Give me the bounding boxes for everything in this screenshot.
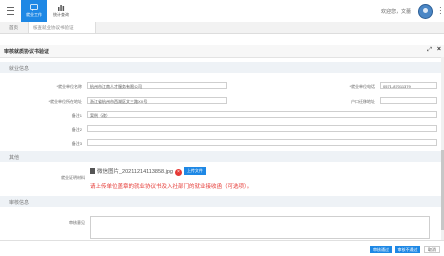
file-icon — [90, 168, 95, 174]
unit-address-field[interactable]: 浙江省杭州市西湖区文三路XX号 — [87, 97, 227, 104]
bar-chart-icon — [58, 5, 65, 11]
field-label: *就业单位电话 — [349, 84, 375, 89]
field-label: *就业单位所在地址 — [48, 99, 82, 104]
field-label: 审核意见 — [69, 220, 85, 225]
cancel-button[interactable]: 取消 — [424, 246, 440, 253]
chat-icon — [30, 4, 38, 11]
attachment-filename[interactable]: 微信图片_20211214113858.jpg — [97, 169, 173, 175]
footer-bar: 审核通过 审核不通过 取消 — [0, 240, 444, 256]
panel-header: 审核就质协议书验证 ⤢ × — [0, 45, 444, 58]
field-label: 备注3 — [71, 141, 82, 146]
nav-tab-label: 统计查询 — [53, 12, 69, 17]
nav-tab-statistics[interactable]: 统计查询 — [48, 0, 74, 22]
nav-tab-label: 就业工作 — [26, 12, 42, 17]
more-vertical-icon[interactable]: · · · — [439, 4, 442, 18]
field-label: 户口迁移地址 — [351, 99, 375, 104]
note1-field[interactable]: 案例（改） — [87, 111, 437, 118]
field-label: 备注1 — [71, 113, 82, 118]
tab-home[interactable]: 首页 — [5, 22, 22, 33]
section-title: 就业信息 — [9, 66, 30, 72]
reject-button[interactable]: 审核不通过 — [395, 246, 420, 253]
tab-current[interactable]: 核查就业协议书验证 — [28, 22, 96, 33]
panel-title: 审核就质协议书验证 — [4, 49, 50, 55]
residence-field[interactable] — [380, 97, 437, 104]
field-label: *就业单位名称 — [56, 84, 82, 89]
attachment-row: 微信图片_20211214113858.jpg × 上传文件 — [90, 167, 206, 176]
approve-button[interactable]: 审核通过 — [370, 246, 392, 253]
section-review: 审核信息 — [0, 196, 444, 207]
upload-hint: 请上传单位盖章的就业协议书及入社部门的就业接收函（可选项）。 — [90, 184, 253, 190]
top-bar: 就业工作 统计查询 欢迎您，文蕾 · · · — [0, 0, 444, 23]
upload-button[interactable]: 上传文件 — [183, 167, 206, 175]
close-icon[interactable]: × — [437, 46, 441, 53]
delete-icon[interactable]: × — [174, 169, 182, 176]
section-title: 其他 — [9, 155, 20, 161]
unit-phone-field[interactable]: 0571-87011379 — [380, 82, 437, 89]
expand-icon[interactable]: ⤢ — [427, 47, 432, 54]
field-label: 就业证明材料 — [61, 175, 85, 180]
nav-tab-employment[interactable]: 就业工作 — [21, 0, 47, 22]
avatar[interactable] — [418, 4, 433, 19]
menu-icon[interactable] — [7, 7, 14, 15]
section-other: 其他 — [0, 151, 444, 162]
note2-field[interactable] — [87, 125, 437, 132]
section-title: 审核信息 — [9, 200, 30, 206]
section-employment: 就业信息 — [0, 62, 444, 73]
page-tabs: 首页 核查就业协议书验证 — [0, 22, 444, 34]
unit-name-field[interactable]: 杭州市江南人才服务有限公司 — [87, 82, 227, 89]
note3-field[interactable] — [87, 139, 437, 146]
review-opinion-textarea[interactable] — [90, 216, 430, 239]
welcome-text: 欢迎您，文蕾 — [380, 9, 411, 15]
field-label: 备注2 — [71, 127, 82, 132]
